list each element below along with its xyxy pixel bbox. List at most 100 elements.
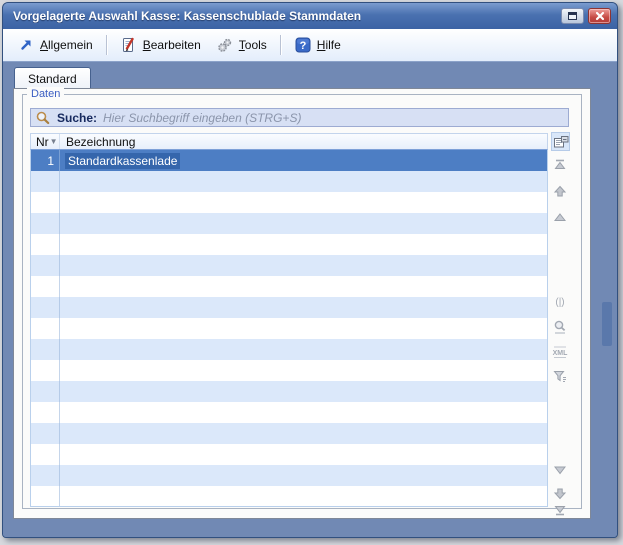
cell-bezeichnung xyxy=(60,486,547,507)
move-to-top-icon[interactable] xyxy=(552,157,568,173)
toolbar: Allgemein Bearbeiten Tools xyxy=(3,29,617,62)
search-input[interactable]: Suche: Hier Suchbegriff eingeben (STRG+S… xyxy=(30,108,569,127)
cell-bezeichnung xyxy=(60,402,547,423)
cell-bezeichnung xyxy=(60,171,547,192)
xml-export-icon[interactable]: XML xyxy=(552,344,568,360)
move-up-icon[interactable] xyxy=(552,183,568,199)
column-header-bezeichnung[interactable]: Bezeichnung xyxy=(60,134,547,149)
table-row[interactable] xyxy=(31,465,547,486)
svg-text:XML: XML xyxy=(553,350,568,357)
search-icon xyxy=(35,110,51,126)
cell-bezeichnung xyxy=(60,297,547,318)
cell-nr xyxy=(31,171,60,192)
side-toolbar: (|) XML xyxy=(550,150,570,512)
table-row[interactable] xyxy=(31,213,547,234)
tab-label: Standard xyxy=(28,72,77,86)
groupbox-label: Daten xyxy=(27,87,64,101)
toolbar-item-bearbeiten[interactable]: Bearbeiten xyxy=(114,33,208,57)
table-row[interactable]: 1Standardkassenlade xyxy=(31,150,547,171)
table-row[interactable] xyxy=(31,444,547,465)
column-chooser-icon xyxy=(553,134,569,150)
titlebar[interactable]: Vorgelagerte Auswahl Kasse: Kassenschubl… xyxy=(3,3,617,29)
cell-bezeichnung xyxy=(60,465,547,486)
window-title: Vorgelagerte Auswahl Kasse: Kassenschubl… xyxy=(13,9,561,23)
cell-bezeichnung xyxy=(60,234,547,255)
cell-nr xyxy=(31,192,60,213)
table-row[interactable] xyxy=(31,360,547,381)
toolbar-item-label: Bearbeiten xyxy=(143,38,201,52)
toolbar-item-label: Allgemein xyxy=(40,38,93,52)
cell-bezeichnung xyxy=(60,213,547,234)
column-chooser-button[interactable] xyxy=(551,132,570,151)
cell-nr xyxy=(31,255,60,276)
cell-nr xyxy=(31,297,60,318)
cell-bezeichnung xyxy=(60,423,547,444)
tab-content-panel: Daten Suche: Hier Suchbegriff eingeben (… xyxy=(13,88,591,519)
table-row[interactable] xyxy=(31,192,547,213)
toolbar-item-hilfe[interactable]: ? Hilfe xyxy=(288,33,348,57)
table-header: Nr ▼ Bezeichnung xyxy=(30,133,548,150)
table-row[interactable] xyxy=(31,339,547,360)
column-header-nr[interactable]: Nr ▼ xyxy=(31,134,60,149)
close-icon xyxy=(595,11,605,21)
table-row[interactable] xyxy=(31,318,547,339)
window-edge-highlight xyxy=(602,302,612,346)
cell-bezeichnung xyxy=(60,339,547,360)
tab-standard[interactable]: Standard xyxy=(14,67,91,89)
cell-bezeichnung xyxy=(60,276,547,297)
edit-document-icon xyxy=(121,37,137,53)
desktop: { "window": { "title": "Vorgelagerte Aus… xyxy=(0,0,623,545)
table-row[interactable] xyxy=(31,276,547,297)
cell-bezeichnung xyxy=(60,360,547,381)
cell-nr xyxy=(31,213,60,234)
scroll-down-icon[interactable] xyxy=(552,462,568,478)
cell-nr xyxy=(31,444,60,465)
table-row[interactable] xyxy=(31,423,547,444)
cell-nr xyxy=(31,402,60,423)
daten-groupbox: Daten Suche: Hier Suchbegriff eingeben (… xyxy=(22,94,582,509)
cell-nr: 1 xyxy=(31,150,60,171)
table-row[interactable] xyxy=(31,381,547,402)
toolbar-separator xyxy=(106,35,108,55)
table-row[interactable] xyxy=(31,255,547,276)
table-body: 1Standardkassenlade xyxy=(30,150,548,507)
cell-bezeichnung xyxy=(60,255,547,276)
titlebar-buttons xyxy=(561,8,611,24)
filter-icon[interactable] xyxy=(552,368,568,384)
cell-nr xyxy=(31,360,60,381)
cell-nr xyxy=(31,234,60,255)
move-down-icon[interactable] xyxy=(552,486,568,502)
table-row[interactable] xyxy=(31,486,547,507)
scroll-up-icon[interactable] xyxy=(552,209,568,225)
collapse-columns-icon[interactable]: (|) xyxy=(552,294,568,310)
toolbar-item-label: Tools xyxy=(239,38,267,52)
cell-nr xyxy=(31,381,60,402)
cell-nr xyxy=(31,486,60,507)
dialog-window: Vorgelagerte Auswahl Kasse: Kassenschubl… xyxy=(2,2,618,538)
toolbar-item-tools[interactable]: Tools xyxy=(210,33,274,57)
table-row[interactable] xyxy=(31,297,547,318)
move-to-bottom-icon[interactable] xyxy=(552,502,568,518)
toolbar-separator xyxy=(280,35,282,55)
table-row[interactable] xyxy=(31,234,547,255)
cell-bezeichnung: Standardkassenlade xyxy=(60,150,547,171)
cell-nr xyxy=(31,339,60,360)
restore-icon xyxy=(568,12,577,20)
gears-icon xyxy=(217,37,233,53)
cell-bezeichnung xyxy=(60,381,547,402)
toolbar-item-allgemein[interactable]: Allgemein xyxy=(11,33,100,57)
close-button[interactable] xyxy=(588,8,611,24)
open-arrow-icon xyxy=(18,37,34,53)
zoom-search-icon[interactable] xyxy=(552,319,568,335)
search-placeholder: Hier Suchbegriff eingeben (STRG+S) xyxy=(103,111,301,125)
restore-button[interactable] xyxy=(561,8,584,24)
cell-bezeichnung xyxy=(60,444,547,465)
cell-nr xyxy=(31,423,60,444)
toolbar-item-label: Hilfe xyxy=(317,38,341,52)
cell-nr xyxy=(31,318,60,339)
table-row[interactable] xyxy=(31,171,547,192)
tab-page-background: Standard Daten Suche: Hier Suchbegriff e… xyxy=(3,62,617,537)
cell-nr xyxy=(31,465,60,486)
table-row[interactable] xyxy=(31,402,547,423)
search-label: Suche: xyxy=(57,111,97,125)
